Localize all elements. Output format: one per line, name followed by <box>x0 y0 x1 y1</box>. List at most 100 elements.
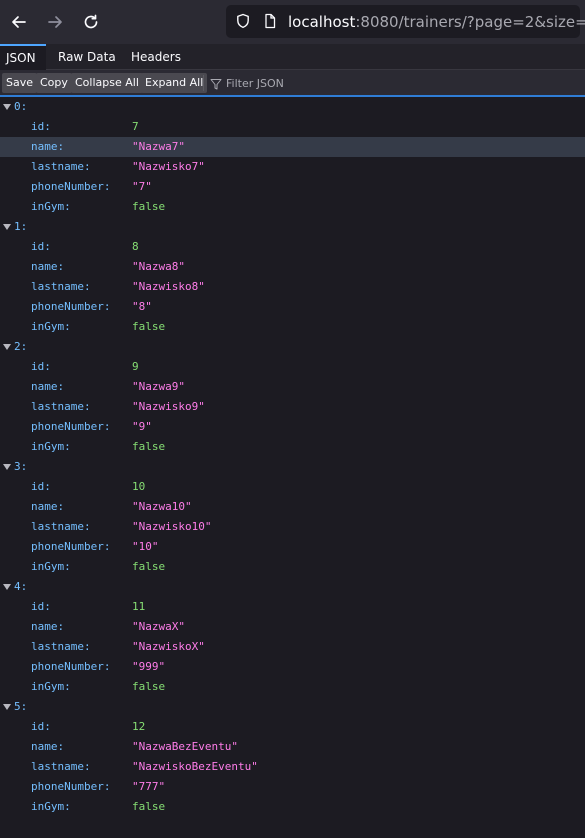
json-value: "Nazwisko7" <box>132 160 205 173</box>
json-key: phoneNumber: <box>31 180 111 193</box>
json-row-name[interactable]: name: "NazwaBezEventu" <box>0 737 585 757</box>
json-key: lastname: <box>31 400 91 413</box>
json-row-ingym[interactable]: inGym: false <box>0 317 585 337</box>
json-row-id[interactable]: id: 12 <box>0 717 585 737</box>
json-row-lastname[interactable]: lastname: "NazwiskoBezEventu" <box>0 757 585 777</box>
expand-all-button[interactable]: Expand All <box>141 73 208 93</box>
json-row-phonenumber[interactable]: phoneNumber: "10" <box>0 537 585 557</box>
filter-json-input[interactable]: Filter JSON <box>210 74 284 94</box>
json-row-phonenumber[interactable]: phoneNumber: "8" <box>0 297 585 317</box>
record-header[interactable]: 4: <box>0 577 585 597</box>
record-header[interactable]: 2: <box>0 337 585 357</box>
json-row-name[interactable]: name: "Nazwa8" <box>0 257 585 277</box>
filter-icon <box>210 79 222 90</box>
reload-button[interactable] <box>79 10 103 34</box>
json-row-id[interactable]: id: 11 <box>0 597 585 617</box>
json-value: "Nazwa10" <box>132 500 192 513</box>
json-row-name[interactable]: name: "Nazwa7" <box>0 137 585 157</box>
save-button[interactable]: Save <box>2 73 38 93</box>
json-key: id: <box>31 480 51 493</box>
json-row-lastname[interactable]: lastname: "Nazwisko10" <box>0 517 585 537</box>
json-row-phonenumber[interactable]: phoneNumber: "9" <box>0 417 585 437</box>
browser-toolbar: localhost:8080/trainers/?page=2&size=6 <box>0 0 585 44</box>
url-bar[interactable]: localhost:8080/trainers/?page=2&size=6 <box>226 5 585 38</box>
json-key: id: <box>31 120 51 133</box>
json-value: "9" <box>132 420 152 433</box>
json-row-ingym[interactable]: inGym: false <box>0 797 585 817</box>
json-key: name: <box>31 380 65 393</box>
tab-headers[interactable]: Headers <box>125 44 187 70</box>
json-value: false <box>132 440 166 453</box>
json-value: false <box>132 200 166 213</box>
json-row-id[interactable]: id: 9 <box>0 357 585 377</box>
json-key: inGym: <box>31 200 71 213</box>
json-value: false <box>132 560 166 573</box>
json-row-lastname[interactable]: lastname: "NazwiskoX" <box>0 637 585 657</box>
shield-icon[interactable] <box>235 13 251 29</box>
json-row-lastname[interactable]: lastname: "Nazwisko8" <box>0 277 585 297</box>
json-key: phoneNumber: <box>31 540 111 553</box>
tab-json[interactable]: JSON <box>0 44 46 70</box>
json-value: "7" <box>132 180 152 193</box>
expand-triangle-icon[interactable] <box>3 704 11 710</box>
record-header[interactable]: 5: <box>0 697 585 717</box>
json-value: "777" <box>132 780 166 793</box>
json-value: "8" <box>132 300 152 313</box>
forward-button[interactable] <box>43 10 67 34</box>
json-row-phonenumber[interactable]: phoneNumber: "999" <box>0 657 585 677</box>
json-value: "Nazwa9" <box>132 380 185 393</box>
expand-triangle-icon[interactable] <box>3 344 11 350</box>
page-icon[interactable] <box>262 13 278 29</box>
json-row-id[interactable]: id: 7 <box>0 117 585 137</box>
json-key: name: <box>31 740 65 753</box>
json-row-id[interactable]: id: 8 <box>0 237 585 257</box>
json-key: inGym: <box>31 320 71 333</box>
json-value: "NazwaBezEventu" <box>132 740 238 753</box>
json-row-id[interactable]: id: 10 <box>0 477 585 497</box>
json-row-ingym[interactable]: inGym: false <box>0 437 585 457</box>
json-row-name[interactable]: name: "Nazwa9" <box>0 377 585 397</box>
json-row-lastname[interactable]: lastname: "Nazwisko7" <box>0 157 585 177</box>
record-index: 2: <box>14 340 28 353</box>
expand-triangle-icon[interactable] <box>3 224 11 230</box>
collapse-all-button[interactable]: Collapse All <box>71 73 143 93</box>
json-row-name[interactable]: name: "NazwaX" <box>0 617 585 637</box>
tab-raw-data[interactable]: Raw Data <box>52 44 122 70</box>
json-row-ingym[interactable]: inGym: false <box>0 557 585 577</box>
json-value: "Nazwisko9" <box>132 400 205 413</box>
record-index: 5: <box>14 700 28 713</box>
record-index: 4: <box>14 580 28 593</box>
json-value: "Nazwa8" <box>132 260 185 273</box>
json-value: "Nazwisko10" <box>132 520 212 533</box>
expand-triangle-icon[interactable] <box>3 464 11 470</box>
record-index: 1: <box>14 220 28 233</box>
json-row-lastname[interactable]: lastname: "Nazwisko9" <box>0 397 585 417</box>
back-arrow-icon <box>12 16 26 28</box>
json-key: phoneNumber: <box>31 300 111 313</box>
record-index: 0: <box>14 100 28 113</box>
json-value: "NazwaX" <box>132 620 185 633</box>
json-key: lastname: <box>31 280 91 293</box>
json-row-ingym[interactable]: inGym: false <box>0 677 585 697</box>
expand-triangle-icon[interactable] <box>3 104 11 110</box>
json-key: lastname: <box>31 160 91 173</box>
json-row-phonenumber[interactable]: phoneNumber: "7" <box>0 177 585 197</box>
record-header[interactable]: 1: <box>0 217 585 237</box>
json-key: lastname: <box>31 520 91 533</box>
record-header[interactable]: 3: <box>0 457 585 477</box>
back-button[interactable] <box>7 10 31 34</box>
json-row-name[interactable]: name: "Nazwa10" <box>0 497 585 517</box>
record-index: 3: <box>14 460 28 473</box>
expand-triangle-icon[interactable] <box>3 584 11 590</box>
viewer-tabs: JSON Raw Data Headers <box>0 44 585 70</box>
json-tree: 0: id: 7 name: "Nazwa7" lastname: "Nazwisko7" p… <box>0 97 585 817</box>
record-header[interactable]: 0: <box>0 97 585 117</box>
json-key: inGym: <box>31 560 71 573</box>
url-text[interactable]: localhost:8080/trainers/?page=2&size=6 <box>288 13 585 31</box>
json-row-phonenumber[interactable]: phoneNumber: "777" <box>0 777 585 797</box>
json-value: 11 <box>132 600 146 613</box>
forward-arrow-icon <box>48 16 62 28</box>
json-row-ingym[interactable]: inGym: false <box>0 197 585 217</box>
json-key: phoneNumber: <box>31 420 111 433</box>
copy-button[interactable]: Copy <box>36 73 72 93</box>
